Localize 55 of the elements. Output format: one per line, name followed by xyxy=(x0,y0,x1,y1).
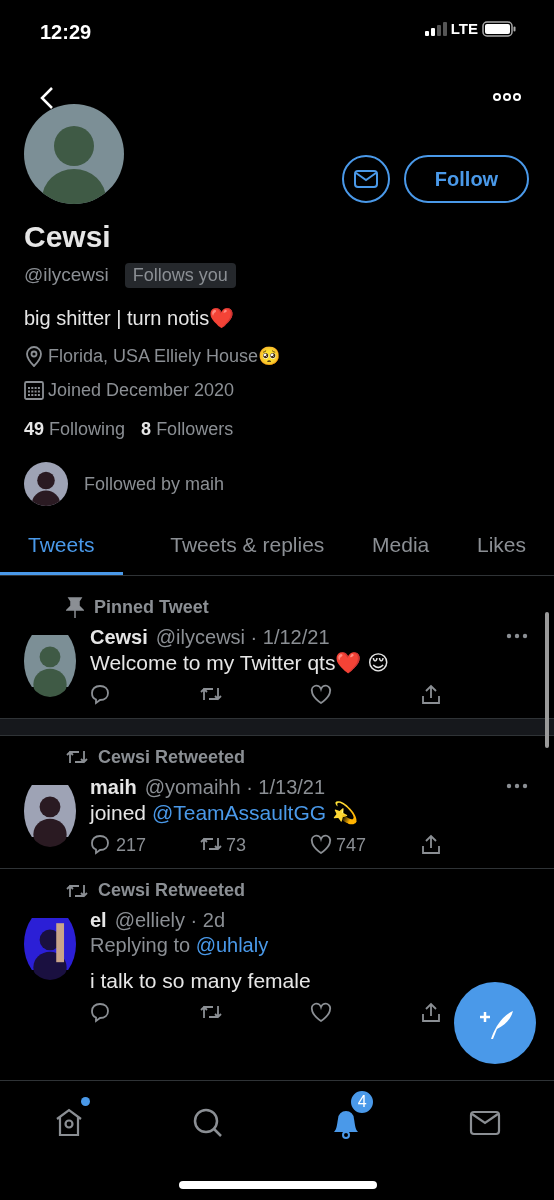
action-count: 747 xyxy=(336,833,367,857)
tweet-text: joined @TeamAssaultGG 💫 xyxy=(90,799,359,826)
location-pin-icon xyxy=(24,344,44,367)
tweet-context: Cewsi Retweeted xyxy=(98,746,246,769)
profile-tab[interactable]: Tweets & replies xyxy=(170,532,325,576)
action-count: 73 xyxy=(226,833,247,857)
tweet-text: Welcome to my Twitter qts❤ 😌 xyxy=(90,649,391,676)
more-icon[interactable] xyxy=(506,632,528,639)
tweet-author: Cewsi xyxy=(90,624,148,650)
tweet-meta: @ilycewsi · 1/12/21 xyxy=(155,624,330,650)
share-icon[interactable] xyxy=(420,834,442,856)
back-icon[interactable] xyxy=(40,86,54,110)
more-icon[interactable] xyxy=(493,92,521,102)
reply-icon[interactable] xyxy=(90,684,112,706)
tweet-author: maih xyxy=(90,774,137,800)
tweet-meta: @yomaihh · 1/13/21 xyxy=(144,774,326,800)
profile-tab[interactable]: Media xyxy=(372,532,430,576)
battery-icon xyxy=(482,21,516,38)
profile-location: Florida, USA Elliely House🥺 xyxy=(48,344,281,367)
pin-icon xyxy=(66,596,84,619)
tweet-meta: @elliely · 2d xyxy=(114,907,226,933)
tweet-context: Cewsi Retweeted xyxy=(98,879,246,902)
profile-tab[interactable]: Tweets xyxy=(0,532,123,576)
profile-joined: Joined December 2020 xyxy=(48,379,235,402)
tweet-text: i talk to so many female xyxy=(90,967,312,994)
mention-link[interactable]: @TeamAssaultGG xyxy=(151,800,327,824)
reply-icon[interactable] xyxy=(90,1002,112,1024)
profile-handle: @ilycewsi xyxy=(24,263,109,288)
notification-badge: 4 xyxy=(349,1089,376,1115)
mail-icon xyxy=(354,170,378,188)
action-count: 217 xyxy=(116,833,147,857)
tweet-context: Pinned Tweet xyxy=(94,596,209,619)
signal-icon xyxy=(424,22,447,37)
profile-tab[interactable]: Likes xyxy=(476,532,526,576)
followers-link[interactable]: 8 Followers xyxy=(141,417,234,440)
profile-name: Cewsi xyxy=(24,220,112,253)
heart-icon[interactable] xyxy=(310,684,332,706)
message-button[interactable] xyxy=(342,155,390,203)
follows-you-badge: Follows you xyxy=(124,263,236,288)
following-link[interactable]: 49 Following xyxy=(24,417,126,440)
profile-bio: big shitter | turn notis❤ xyxy=(24,305,236,331)
heart-icon[interactable] xyxy=(310,1002,332,1024)
share-icon[interactable] xyxy=(420,1002,442,1024)
follow-button[interactable]: Follow xyxy=(404,155,529,203)
more-icon[interactable] xyxy=(506,782,528,789)
network-label: LTE xyxy=(450,20,478,39)
reply-icon[interactable] xyxy=(90,834,112,856)
mention-link[interactable]: @uhlaly xyxy=(195,933,269,956)
replying-to-text: Replying to @uhlaly xyxy=(90,932,270,958)
share-icon[interactable] xyxy=(420,684,442,706)
tweet-author: el xyxy=(90,907,107,933)
heart-icon[interactable] xyxy=(310,834,332,856)
calendar-icon xyxy=(24,379,44,401)
followed-by-text: Followed by maih xyxy=(84,472,225,496)
status-time: 12:29 xyxy=(40,20,92,45)
